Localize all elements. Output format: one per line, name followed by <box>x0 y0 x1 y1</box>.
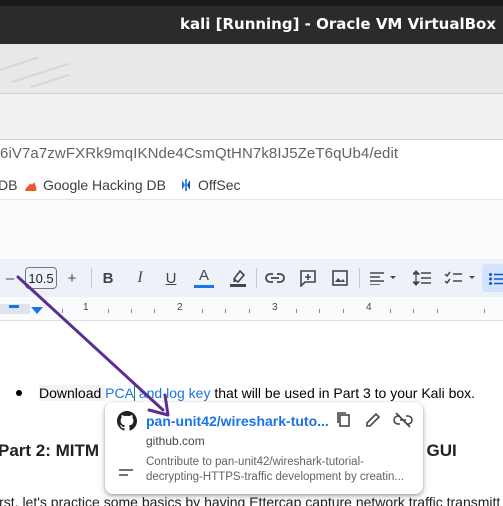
flame-icon <box>24 179 38 195</box>
ruler-tick <box>202 309 203 313</box>
decrease-font-size-button[interactable]: – <box>2 267 18 289</box>
address-bar[interactable]: 6iV7a7zwFXRk9mqIKNde4CsmQtHN7k8IJ5ZeT6qU… <box>0 141 503 169</box>
edit-link-icon[interactable] <box>364 411 382 434</box>
increase-font-size-button[interactable]: + <box>63 267 81 289</box>
ruler-number: 2 <box>177 302 183 313</box>
left-indent-marker[interactable] <box>9 305 19 308</box>
docs-header-area <box>0 201 503 259</box>
ruler-tick <box>131 309 132 313</box>
ruler-tick <box>319 309 320 313</box>
paragraph-text: irst, let's practice some basics by havi… <box>0 494 501 506</box>
tab-strip-decor <box>30 73 70 89</box>
address-url[interactable]: 6iV7a7zwFXRk9mqIKNde4CsmQtHN7k8IJ5ZeT6qU… <box>0 145 398 162</box>
font-size-input[interactable]: 10.5 <box>25 267 57 289</box>
bookmark-db[interactable]: DB <box>0 177 17 193</box>
text-color-swatch <box>194 285 214 288</box>
bullet-text-prefix: Download <box>39 385 106 401</box>
offsec-icon <box>179 178 193 195</box>
bulleted-list-icon <box>489 272 503 290</box>
docs-toolbar: – 10.5 + B I U A <box>0 259 503 297</box>
ruler-tick <box>343 309 344 313</box>
link-preview-card[interactable]: pan-unit42/wireshark-tuto... github.com … <box>105 402 423 494</box>
bookmarks-bar: DB Google Hacking DB OffSec <box>0 170 503 200</box>
italic-button[interactable]: I <box>131 267 149 289</box>
ruler[interactable]: 1 2 3 4 <box>0 297 503 321</box>
remove-link-icon[interactable] <box>393 411 413 434</box>
line-spacing-icon[interactable] <box>412 267 432 289</box>
ruler-tick <box>437 309 438 313</box>
section-heading-left: Part 2: MITM <box>0 441 100 460</box>
bookmark-google-hacking-db[interactable]: Google Hacking DB <box>24 177 166 195</box>
tab-strip-decor <box>0 56 40 74</box>
browser-tab-strip[interactable] <box>0 44 503 94</box>
text-color-button[interactable]: A <box>194 267 214 289</box>
add-comment-icon[interactable] <box>298 267 318 289</box>
github-icon <box>117 411 137 436</box>
checklist-icon[interactable] <box>444 267 478 289</box>
ruler-number: 3 <box>272 302 278 313</box>
ruler-tick <box>390 309 391 313</box>
ruler-tick <box>108 309 109 313</box>
list-bullet <box>16 390 22 396</box>
underline-button[interactable]: U <box>162 267 180 289</box>
ruler-tick <box>225 309 226 313</box>
toolbar-separator <box>91 268 92 288</box>
log-key-link[interactable]: and log key <box>135 385 211 401</box>
bookmark-label: DB <box>0 177 18 193</box>
toolbar-separator <box>359 268 360 288</box>
ruler-tick <box>154 309 155 313</box>
ruler-tick <box>484 309 485 313</box>
first-line-indent-marker[interactable] <box>31 307 43 314</box>
ruler-number: 4 <box>366 302 372 313</box>
bookmark-label: Google Hacking DB <box>43 177 166 193</box>
insert-image-icon[interactable] <box>330 267 350 289</box>
ruler-tick <box>296 309 297 313</box>
bullet-text-suffix: that will be used in Part 3 to your Kali… <box>210 385 476 401</box>
desktop-top-strip <box>0 0 503 6</box>
pca-link[interactable]: PCA <box>105 385 134 401</box>
copy-link-icon[interactable] <box>335 411 353 434</box>
bold-button[interactable]: B <box>99 267 117 289</box>
tab-strip-decor <box>11 62 69 84</box>
ruler-tick <box>249 309 250 313</box>
browser-toolbar-row <box>0 94 503 140</box>
vm-title-bar: kali [Running] - Oracle VM VirtualBox <box>0 0 503 44</box>
vm-window-title: kali [Running] - Oracle VM VirtualBox <box>180 15 496 33</box>
bookmark-label: OffSec <box>198 177 241 193</box>
toolbar-separator <box>256 268 257 288</box>
bulleted-list-button[interactable] <box>482 264 503 292</box>
ruler-number: 1 <box>83 302 89 313</box>
ruler-tick <box>62 309 63 313</box>
align-icon[interactable] <box>368 267 400 289</box>
bullet-line[interactable]: Download PCA and log key that will be us… <box>39 385 475 401</box>
text-color-letter: A <box>198 267 209 284</box>
bookmark-offsec[interactable]: OffSec <box>179 177 241 195</box>
link-preview-domain: github.com <box>146 434 205 448</box>
description-icon <box>119 464 133 482</box>
highlight-color-icon[interactable] <box>228 267 248 289</box>
ruler-tick <box>413 309 414 313</box>
link-preview-description: Contribute to pan-unit42/wireshark-tutor… <box>146 456 405 483</box>
insert-link-icon[interactable] <box>264 267 286 289</box>
link-preview-title[interactable]: pan-unit42/wireshark-tuto... <box>146 413 329 429</box>
